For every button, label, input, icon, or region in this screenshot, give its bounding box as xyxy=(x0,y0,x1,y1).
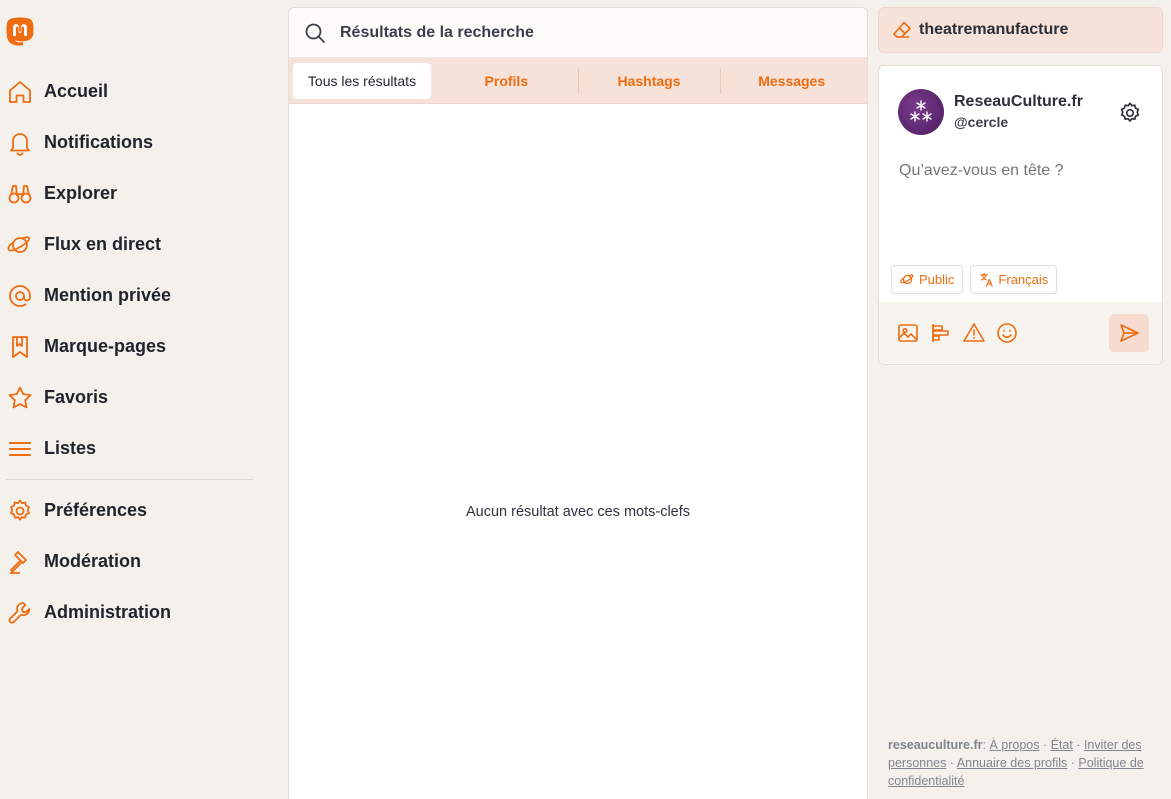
home-icon xyxy=(7,79,33,105)
display-name: ReseauCulture.fr xyxy=(954,93,1083,110)
nav-label: Flux en direct xyxy=(44,234,162,254)
gear-icon xyxy=(7,498,33,524)
account-switcher[interactable]: theatremanufacture xyxy=(878,7,1163,53)
language-button[interactable]: Français xyxy=(970,265,1058,294)
compose-textarea[interactable] xyxy=(899,162,1149,252)
bell-icon xyxy=(7,130,33,156)
warning-icon[interactable] xyxy=(962,321,986,345)
footer-link-status[interactable]: État xyxy=(1051,738,1073,752)
list-icon xyxy=(7,436,33,462)
nav-item-preferences[interactable]: Préférences xyxy=(0,485,262,536)
nav-item-favoris[interactable]: Favoris xyxy=(0,372,262,423)
nav-label: Modération xyxy=(44,551,141,571)
nav-label: Marque-pages xyxy=(44,336,167,356)
tab-all-results[interactable]: Tous les résultats xyxy=(293,62,431,99)
nav-item-administration[interactable]: Administration xyxy=(0,587,262,638)
nav-item-explorer[interactable]: Explorer xyxy=(0,168,262,219)
star-icon xyxy=(7,385,33,411)
nav-item-marque-pages[interactable]: Marque-pages xyxy=(0,321,262,372)
emoji-icon[interactable] xyxy=(995,321,1019,345)
account-name: theatremanufacture xyxy=(919,21,1069,38)
account-handle: @cercle xyxy=(954,114,1009,130)
gear-icon[interactable] xyxy=(1118,101,1142,125)
page-title: Résultats de la recherche xyxy=(340,23,534,41)
mastodon-logo-icon[interactable] xyxy=(5,16,35,48)
poll-icon[interactable] xyxy=(929,321,953,345)
nav-label: Explorer xyxy=(44,183,118,203)
nav-item-mention-privee[interactable]: Mention privée xyxy=(0,270,262,321)
nav-label: Préférences xyxy=(44,500,148,520)
translate-icon xyxy=(979,272,994,287)
wrench-icon xyxy=(7,600,33,626)
avatar[interactable] xyxy=(898,89,944,135)
nav-item-accueil[interactable]: Accueil xyxy=(0,66,262,117)
gavel-icon xyxy=(7,549,33,575)
nav-label: Administration xyxy=(44,602,172,622)
empty-results-message: Aucun résultat avec ces mots-clefs xyxy=(465,504,691,520)
main-navigation: Accueil Notifications Explorer Flux en d… xyxy=(0,66,262,638)
send-icon xyxy=(1118,322,1140,344)
footer-link-directory[interactable]: Annuaire des profils xyxy=(957,756,1067,770)
image-icon[interactable] xyxy=(896,321,920,345)
nav-label: Mention privée xyxy=(44,285,172,305)
bookmark-icon xyxy=(7,334,33,360)
planet-icon xyxy=(7,232,33,258)
compose-form: ReseauCulture.fr @cercle Public Français xyxy=(878,65,1163,365)
tab-hashtags[interactable]: Hashtags xyxy=(577,63,721,99)
footer-link-about[interactable]: À propos xyxy=(989,738,1039,752)
nav-item-listes[interactable]: Listes xyxy=(0,423,262,474)
search-icon xyxy=(304,22,326,44)
send-button[interactable] xyxy=(1109,314,1149,352)
nav-item-flux-en-direct[interactable]: Flux en direct xyxy=(0,219,262,270)
results-tabs: Tous les résultats Profils Hashtags Mess… xyxy=(289,58,867,104)
footer-domain: reseauculture.fr xyxy=(888,738,983,752)
compose-toolbar xyxy=(879,302,1162,364)
compose-options: Public Français xyxy=(891,265,1058,294)
instance-footer: reseauculture.fr: À propos · État · Invi… xyxy=(888,738,1144,788)
visibility-label: Public xyxy=(919,272,955,287)
nav-item-moderation[interactable]: Modération xyxy=(0,536,262,587)
nav-label: Listes xyxy=(44,438,97,458)
nav-label: Favoris xyxy=(44,387,109,407)
nav-item-notifications[interactable]: Notifications xyxy=(0,117,262,168)
sidebar: Accueil Notifications Explorer Flux en d… xyxy=(0,0,262,799)
planet-icon xyxy=(900,272,915,287)
search-results-column: Résultats de la recherche Tous les résul… xyxy=(288,7,868,799)
eraser-icon xyxy=(892,20,912,40)
nav-label: Notifications xyxy=(44,132,154,152)
visibility-button[interactable]: Public xyxy=(891,265,964,294)
binoculars-icon xyxy=(7,181,33,207)
language-label: Français xyxy=(998,272,1049,287)
tab-messages[interactable]: Messages xyxy=(720,63,863,99)
right-column: theatremanufacture ReseauCulture.fr @cer… xyxy=(878,7,1163,365)
nav-label: Accueil xyxy=(44,81,109,101)
at-icon xyxy=(7,283,33,309)
tab-profiles[interactable]: Profils xyxy=(435,63,578,99)
search-header: Résultats de la recherche xyxy=(289,8,867,58)
nav-divider xyxy=(6,479,253,480)
